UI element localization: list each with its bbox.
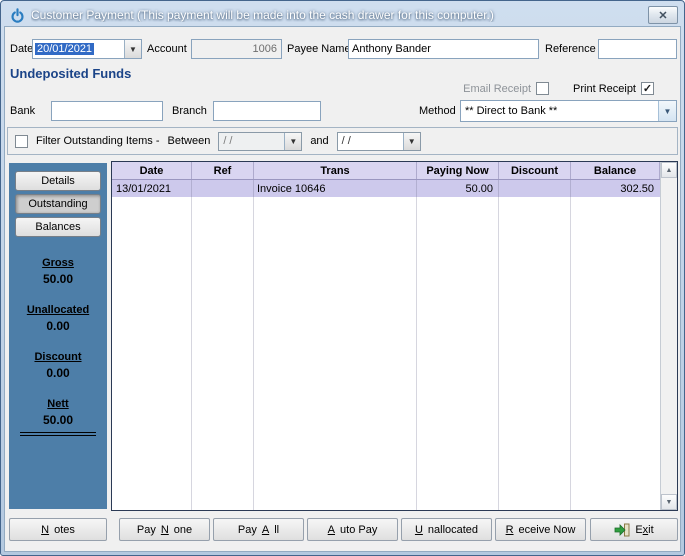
column-header-discount: Discount — [499, 162, 571, 179]
date-label: Date — [10, 43, 34, 55]
pay-none-button[interactable]: Pay None — [119, 518, 210, 541]
account-input: 1006 — [191, 39, 282, 59]
bank-label: Bank — [10, 105, 36, 117]
outstanding-items-grid: Date Ref Trans Paying Now Discount Balance 13… — [111, 161, 678, 511]
print-receipt-checkbox[interactable]: ✓ — [641, 82, 654, 95]
filter-outstanding-checkbox[interactable]: ✓ — [15, 134, 28, 148]
table-cell — [499, 180, 571, 197]
column-header-trans: Trans — [254, 162, 417, 179]
table-row[interactable]: 13/01/2021 Invoice 10646 50.00 302.50 — [112, 180, 660, 197]
exit-icon — [614, 523, 630, 537]
discount-total: Discount 0.00 — [9, 351, 107, 380]
table-cell: 50.00 — [465, 182, 493, 195]
account-label: Account — [147, 43, 187, 55]
and-label: and — [310, 135, 329, 147]
account-value: 1006 — [252, 43, 277, 55]
pay-all-button[interactable]: Pay All — [213, 518, 304, 541]
date-input[interactable]: 20/01/2021 ▼ — [32, 39, 142, 59]
customer-payment-window: Customer Payment (This payment will be m… — [0, 0, 685, 556]
nett-value: 50.00 — [42, 413, 74, 427]
method-label: Method — [419, 105, 456, 117]
exit-button[interactable]: Exit — [590, 518, 678, 541]
chevron-down-icon: ▼ — [663, 106, 672, 116]
bank-input[interactable] — [51, 101, 163, 121]
filter-to-date-input[interactable]: / / ▼ — [336, 131, 421, 151]
window-title: Customer Payment (This payment will be m… — [31, 8, 494, 22]
filter-from-date-input[interactable]: / / ▼ — [218, 131, 303, 151]
column-header-balance: Balance — [571, 162, 660, 179]
payee-name-input[interactable] — [348, 39, 539, 59]
table-cell: Invoice 10646 — [257, 182, 326, 195]
reference-label: Reference — [545, 43, 596, 55]
scroll-up-icon: ▲ — [665, 166, 673, 174]
method-dropdown-button[interactable]: ▼ — [658, 101, 676, 121]
table-cell: 302.50 — [620, 182, 654, 195]
email-receipt-label: Email Receipt — [463, 82, 532, 95]
scroll-down-button[interactable]: ▼ — [661, 494, 677, 510]
dialog-body: Date 20/01/2021 ▼ Account 1006 Payee Nam… — [4, 26, 681, 552]
grid-rows: 13/01/2021 Invoice 10646 50.00 302.50 — [112, 180, 660, 510]
discount-label: Discount — [34, 351, 82, 363]
gross-total: Gross 50.00 — [9, 257, 107, 286]
receive-now-button[interactable]: Receive Now — [495, 518, 586, 541]
scroll-down-icon: ▼ — [665, 498, 673, 506]
date-value: 20/01/2021 — [35, 43, 95, 55]
discount-value: 0.00 — [46, 366, 70, 380]
table-cell: 13/01/2021 — [116, 182, 172, 195]
between-label: Between — [167, 135, 211, 147]
details-tab[interactable]: Details — [15, 171, 101, 191]
nett-label: Nett — [47, 398, 69, 410]
gross-label: Gross — [42, 257, 74, 269]
filter-from-value: / / — [223, 135, 233, 147]
filter-label: Filter Outstanding Items - — [36, 135, 160, 147]
titlebar[interactable]: Customer Payment (This payment will be m… — [4, 4, 681, 26]
method-select[interactable]: ** Direct to Bank ** ▼ — [460, 100, 677, 122]
date-dropdown-button[interactable]: ▼ — [124, 40, 141, 58]
check-icon: ✓ — [642, 82, 653, 95]
nett-total-rule — [20, 432, 96, 436]
print-receipt-label: Print Receipt — [573, 82, 636, 95]
unallocated-button[interactable]: Unallocated — [401, 518, 492, 541]
column-header-date: Date — [112, 162, 192, 179]
unallocated-total: Unallocated 0.00 — [9, 304, 107, 333]
exit-label: Exit — [635, 523, 654, 536]
branch-input[interactable] — [213, 101, 321, 121]
branch-label: Branch — [172, 105, 207, 117]
reference-input[interactable] — [598, 39, 677, 59]
chevron-down-icon: ▼ — [129, 44, 137, 54]
receipt-options: Email Receipt ✓ Print Receipt ✓ — [463, 82, 654, 95]
section-title: Undeposited Funds — [10, 66, 132, 81]
scroll-up-button[interactable]: ▲ — [661, 162, 677, 178]
nett-total: Nett 50.00 — [9, 398, 107, 436]
filter-to-value: / / — [341, 135, 351, 147]
filter-to-dropdown-button[interactable]: ▼ — [402, 132, 420, 150]
notes-button[interactable]: Notes — [9, 518, 107, 541]
sidebar: Details Outstanding Balances Gross 50.00… — [9, 163, 107, 509]
column-header-paying-now: Paying Now — [417, 162, 499, 179]
grid-header: Date Ref Trans Paying Now Discount Balance — [112, 162, 660, 180]
unallocated-value: 0.00 — [46, 319, 70, 333]
filter-from-dropdown-button[interactable]: ▼ — [284, 132, 302, 150]
chevron-down-icon: ▼ — [407, 136, 416, 146]
gross-value: 50.00 — [42, 272, 74, 286]
method-value: ** Direct to Bank ** — [465, 105, 558, 117]
unallocated-label: Unallocated — [26, 304, 90, 316]
email-receipt-checkbox[interactable]: ✓ — [536, 82, 550, 95]
app-icon — [9, 7, 25, 23]
close-button[interactable]: ✕ — [648, 6, 678, 24]
table-cell — [192, 180, 254, 197]
outstanding-tab[interactable]: Outstanding — [15, 194, 101, 214]
close-icon: ✕ — [658, 9, 668, 22]
column-header-ref: Ref — [192, 162, 254, 179]
chevron-down-icon: ▼ — [289, 136, 298, 146]
totals-panel: Gross 50.00 Unallocated 0.00 Discount 0.… — [9, 257, 107, 436]
balances-tab[interactable]: Balances — [15, 217, 101, 237]
auto-pay-button[interactable]: Auto Pay — [307, 518, 398, 541]
payee-name-label: Payee Name — [287, 43, 351, 55]
grid-scrollbar[interactable]: ▲ ▼ — [660, 162, 677, 510]
filter-panel: ✓ Filter Outstanding Items - Between / /… — [7, 127, 678, 155]
